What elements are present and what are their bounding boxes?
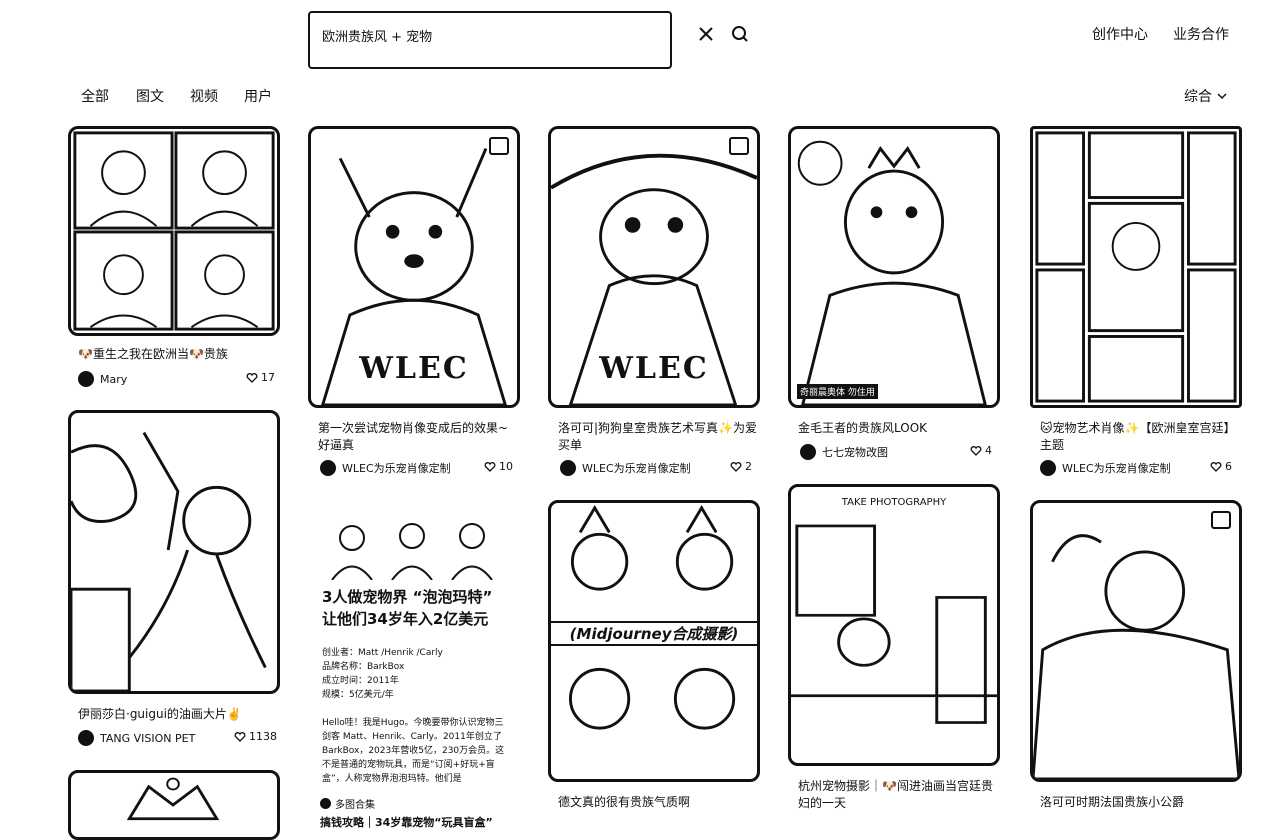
image-tag: 奇丽晨奥体 勿住用: [797, 384, 878, 399]
heart-icon: [1210, 461, 1222, 472]
card-image[interactable]: WLEC: [308, 126, 520, 408]
article-body: Hello哇！我是Hugo。今晚要带你认识宠物三剑客 Matt、Henrik、C…: [322, 718, 505, 784]
tab-all[interactable]: 全部: [81, 86, 109, 106]
creator-center-link[interactable]: 创作中心: [1092, 24, 1148, 44]
like-button[interactable]: 4: [970, 444, 992, 457]
chevron-down-icon: [1217, 93, 1227, 100]
album-icon: [320, 798, 331, 809]
fact-line: 规模：5亿美元/年: [322, 690, 394, 700]
card-title[interactable]: 伊丽莎白·guigui的油画大片✌️: [78, 706, 278, 723]
card-author[interactable]: 七七宠物改图: [800, 444, 888, 460]
album-badge: 多图合集: [320, 796, 375, 811]
heart-icon: [246, 372, 258, 383]
card-image[interactable]: WLEC: [548, 126, 760, 408]
card-title[interactable]: 金毛王者的贵族风LOOK: [798, 420, 998, 437]
heart-icon: [730, 461, 742, 472]
tab-image-text[interactable]: 图文: [136, 86, 164, 106]
avatar: [320, 460, 336, 476]
fact-line: 创业者：Matt /Henrik /Carly: [322, 648, 443, 658]
like-count: 4: [985, 444, 992, 457]
card-author[interactable]: Mary: [78, 371, 127, 387]
author-name: WLEC为乐宠肖像定制: [1062, 462, 1171, 475]
like-count: 17: [261, 371, 275, 384]
card-image[interactable]: [68, 770, 280, 840]
card-image[interactable]: [68, 126, 280, 336]
search-input[interactable]: 欧洲贵族风 + 宠物: [308, 11, 672, 69]
like-count: 6: [1225, 460, 1232, 473]
card-image[interactable]: [68, 410, 280, 694]
card-image[interactable]: [322, 508, 508, 580]
like-count: 10: [499, 460, 513, 473]
author-name: 七七宠物改图: [822, 446, 888, 459]
card-title[interactable]: 🐱宠物艺术肖像✨【欧洲皇室宫廷】主题: [1040, 420, 1240, 454]
card-image[interactable]: 奇丽晨奥体 勿住用: [788, 126, 1000, 408]
sort-dropdown[interactable]: 综合: [1184, 86, 1228, 106]
heart-icon: [970, 445, 982, 456]
author-name: WLEC为乐宠肖像定制: [582, 462, 691, 475]
business-link[interactable]: 业务合作: [1173, 24, 1229, 44]
card-image[interactable]: (Midjourney合成摄影): [548, 500, 760, 782]
sort-label: 综合: [1184, 89, 1212, 105]
tab-video[interactable]: 视频: [190, 86, 218, 106]
tab-user[interactable]: 用户: [244, 86, 272, 106]
card-title[interactable]: 🐶重生之我在欧洲当🐶贵族: [78, 346, 278, 363]
close-icon[interactable]: [696, 24, 716, 44]
card-image[interactable]: [1030, 500, 1242, 782]
like-button[interactable]: 6: [1210, 460, 1232, 473]
avatar: [78, 730, 94, 746]
card-title[interactable]: 洛可可时期法国贵族小公爵: [1040, 794, 1240, 811]
avatar: [800, 444, 816, 460]
overlay-caption: (Midjourney合成摄影): [551, 621, 757, 646]
card-author[interactable]: TANG VISION PET: [78, 730, 195, 746]
video-icon: [489, 137, 509, 155]
card-title[interactable]: 杭州宠物摄影｜🐶闯进油画当宫廷贵妇的一天: [798, 778, 998, 812]
card-image[interactable]: [1030, 126, 1242, 408]
avatar: [1040, 460, 1056, 476]
video-icon: [729, 137, 749, 155]
card-title[interactable]: 德文真的很有贵族气质啊: [558, 794, 758, 811]
avatar: [560, 460, 576, 476]
card-title[interactable]: 第一次尝试宠物肖像变成后的效果~好逼真: [318, 420, 518, 454]
like-count: 1138: [249, 730, 277, 743]
search-icon[interactable]: [730, 24, 750, 44]
overlay-caption: TAKE PHOTOGRAPHY: [841, 497, 947, 508]
article-facts: 创业者：Matt /Henrik /Carly 品牌名称：BarkBox 成立时…: [322, 646, 443, 702]
like-button[interactable]: 2: [730, 460, 752, 473]
like-count: 2: [745, 460, 752, 473]
like-button[interactable]: 17: [246, 371, 275, 384]
album-label: 多图合集: [335, 800, 375, 811]
author-name: WLEC为乐宠肖像定制: [342, 462, 451, 475]
author-name: TANG VISION PET: [100, 731, 196, 745]
card-image[interactable]: TAKE PHOTOGRAPHY: [788, 484, 1000, 766]
search-query: 欧洲贵族风 + 宠物: [322, 30, 433, 45]
card-author[interactable]: WLEC为乐宠肖像定制: [1040, 460, 1171, 476]
article-headline[interactable]: 3人做宠物界 “泡泡玛特” 让他们34岁年入2亿美元: [322, 586, 512, 630]
video-icon: [1211, 511, 1231, 529]
watermark-text: WLEC: [359, 351, 469, 386]
like-button[interactable]: 10: [484, 460, 513, 473]
card-title[interactable]: 洛可可|狗狗皇室贵族艺术写真✨为爱买单: [558, 420, 758, 454]
like-button[interactable]: 1138: [234, 730, 277, 743]
card-author[interactable]: WLEC为乐宠肖像定制: [560, 460, 691, 476]
avatar: [78, 371, 94, 387]
heart-icon: [484, 461, 496, 472]
watermark-text: WLEC: [599, 351, 709, 386]
card-author[interactable]: WLEC为乐宠肖像定制: [320, 460, 451, 476]
fact-line: 品牌名称：BarkBox: [322, 662, 405, 672]
card-title[interactable]: 搞钱攻略｜34岁靠宠物“玩具盲盒”: [320, 814, 493, 830]
author-name: Mary: [100, 372, 128, 386]
fact-line: 成立时间：2011年: [322, 676, 399, 686]
heart-icon: [234, 731, 246, 742]
